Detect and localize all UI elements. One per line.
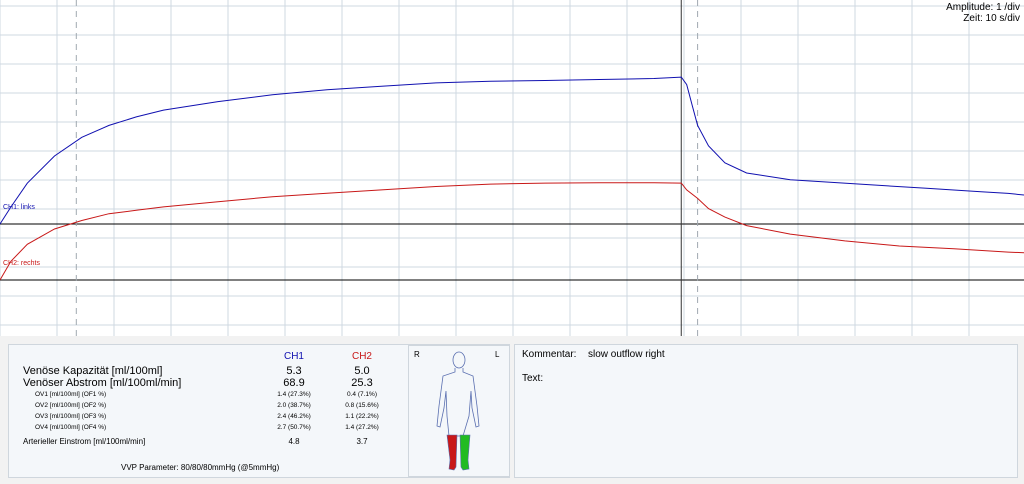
result-row-2-ch1: 1.4 (27.3%) <box>277 391 311 398</box>
col-header-ch2: CH2 <box>351 351 372 362</box>
result-row-2-ch2: 0.4 (7.1%) <box>347 391 377 398</box>
result-row-0-ch1: 5.3 <box>286 365 302 377</box>
comment-label: Kommentar: <box>522 349 577 360</box>
result-row-3-ch1: 2.0 (38.7%) <box>277 402 311 409</box>
result-row-6-ch1: 4.8 <box>288 437 300 446</box>
body-figure-panel: R L <box>408 345 510 477</box>
text-label: Text: <box>522 373 544 384</box>
zeit-label: Zeit: 10 s/div <box>963 13 1020 24</box>
result-row-1-label: Venöser Abstrom [ml/100ml/min] <box>23 377 182 389</box>
body-figure-icon <box>436 351 480 471</box>
result-row-0-ch2: 5.0 <box>354 365 370 377</box>
result-row-4-label: OV3 [ml/100ml] (OF3 %) <box>35 413 107 420</box>
result-row-0-label: Venöse Kapazität [ml/100ml] <box>23 365 163 377</box>
result-row-3-label: OV2 [ml/100ml] (OF2 %) <box>35 402 107 409</box>
comment-value[interactable]: slow outflow right <box>588 349 665 360</box>
waveform-svg <box>0 0 1024 336</box>
results-panel: CH1 CH2 Venöse Kapazität [ml/100ml] 5.3 5.… <box>8 344 510 478</box>
vvp-parameter: VVP Parameter: 80/80/80mmHg (@5mmHg) <box>121 463 280 472</box>
right-leg-shape <box>446 434 458 471</box>
result-row-1-ch2: 25.3 <box>351 377 373 389</box>
comment-panel: Kommentar: slow outflow right Text: <box>514 344 1018 478</box>
result-row-3-ch2: 0.8 (15.6%) <box>345 402 379 409</box>
result-row-6-label: Arterieller Einstrom [ml/100ml/min] <box>23 437 146 446</box>
col-header-ch1: CH1 <box>283 351 304 362</box>
result-row-4-ch2: 1.1 (22.2%) <box>345 413 379 420</box>
result-row-5-ch1: 2.7 (50.7%) <box>277 424 311 431</box>
result-row-4-ch1: 2.4 (46.2%) <box>277 413 311 420</box>
bottom-area: CH1 CH2 Venöse Kapazität [ml/100ml] 5.3 5.… <box>0 336 1024 484</box>
result-row-5-ch2: 1.4 (27.2%) <box>345 424 379 431</box>
result-row-2-label: OV1 [ml/100ml] (OF1 %) <box>35 391 107 398</box>
waveform-plot: Amplitude: 1 /div Zeit: 10 s/div CH1: li… <box>0 0 1024 336</box>
result-row-6-ch2: 3.7 <box>356 437 368 446</box>
ch2-label: CH2: rechts <box>3 260 40 267</box>
series-line-2 <box>0 182 1024 281</box>
amplitude-label: Amplitude: 1 /div <box>946 2 1020 13</box>
ch1-label: CH1: links <box>3 204 35 211</box>
left-leg-shape <box>459 434 471 471</box>
result-row-5-label: OV4 [ml/100ml] (OF4 %) <box>35 424 107 431</box>
result-row-1-ch1: 68.9 <box>283 377 305 389</box>
